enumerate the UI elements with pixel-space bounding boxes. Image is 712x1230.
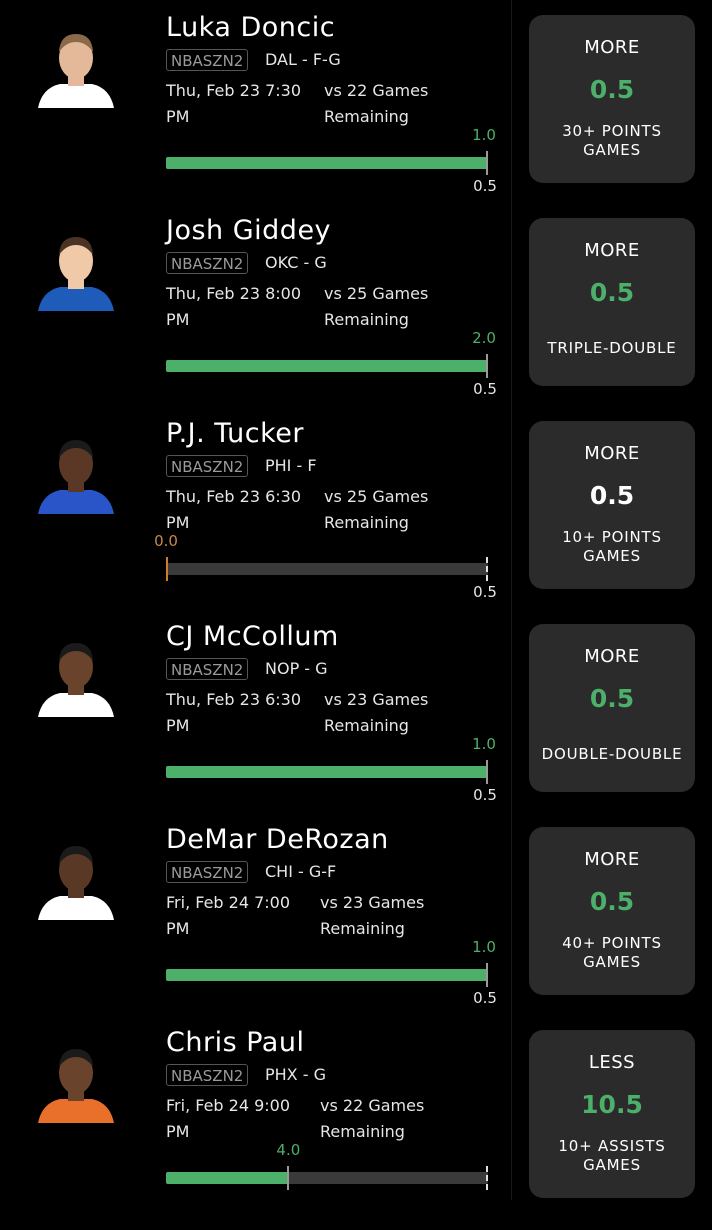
games-remaining: vs 22 Games Remaining (324, 81, 429, 126)
progress-track (166, 557, 488, 581)
pick-direction: LESS (588, 1052, 636, 1073)
progress-fill (166, 360, 488, 372)
game-time: Thu, Feb 23 8:00 PM (166, 284, 302, 329)
stat-type: 30+ POINTS GAMES (562, 122, 662, 159)
progress-value: 4.0 (276, 1141, 301, 1159)
player-row[interactable]: CJ McCollum NBASZN2 NOP - G Thu, Feb 23 6:3… (0, 621, 712, 824)
current-marker (166, 557, 168, 581)
progress-value: 1.0 (472, 938, 496, 956)
player-name: Chris Paul (166, 1027, 305, 1058)
games-remaining: vs 23 Games Remaining (324, 690, 429, 735)
player-avatar (34, 633, 118, 717)
games-remaining: vs 22 Games Remaining (320, 1096, 425, 1141)
game-time: Fri, Feb 24 9:00 PM (166, 1096, 291, 1141)
league-badge: NBASZN2 (166, 658, 249, 680)
stat-type: DOUBLE-DOUBLE (541, 745, 683, 763)
player-avatar (34, 227, 118, 311)
games-remaining: vs 23 Games Remaining (320, 893, 425, 938)
progress-track (166, 1166, 488, 1190)
stat-type: 10+ POINTS GAMES (562, 528, 662, 565)
progress-track (166, 151, 488, 175)
game-time: Fri, Feb 24 7:00 PM (166, 893, 291, 938)
pick-direction: MORE (584, 443, 640, 464)
player-row[interactable]: DeMar DeRozan NBASZN2 CHI - G-F Fri, Feb 24… (0, 824, 712, 1027)
team-position: NOP - G (265, 659, 328, 678)
player-name: Luka Doncic (166, 12, 336, 43)
player-avatar (34, 24, 118, 108)
player-avatar (34, 1039, 118, 1123)
line-value-label: 0.5 (473, 583, 497, 601)
projection-card[interactable]: MORE 0.5 10+ POINTS GAMES (529, 421, 695, 589)
line-marker (486, 354, 488, 378)
stat-type: 40+ POINTS GAMES (562, 934, 662, 971)
pick-direction: MORE (584, 849, 640, 870)
stat-type: 10+ ASSISTS GAMES (558, 1137, 666, 1174)
player-name: CJ McCollum (166, 621, 339, 652)
projection-line: 0.5 (589, 684, 635, 713)
progress-value: 1.0 (472, 126, 496, 144)
league-badge: NBASZN2 (166, 252, 249, 274)
progress-fill (166, 1172, 289, 1184)
progress-fill (166, 969, 488, 981)
league-badge: NBASZN2 (166, 455, 249, 477)
line-marker (486, 963, 488, 987)
line-marker (486, 1166, 488, 1190)
stat-type: TRIPLE-DOUBLE (547, 339, 677, 357)
line-value-label: 0.5 (473, 177, 497, 195)
projection-line: 0.5 (589, 278, 635, 307)
progress-fill (166, 766, 488, 778)
games-remaining: vs 25 Games Remaining (324, 284, 429, 329)
line-value-label: 0.5 (473, 786, 497, 804)
player-name: P.J. Tucker (166, 418, 305, 449)
projection-card[interactable]: LESS 10.5 10+ ASSISTS GAMES (529, 1030, 695, 1198)
pick-direction: MORE (584, 37, 640, 58)
pick-direction: MORE (584, 646, 640, 667)
progress-track (166, 963, 488, 987)
player-row[interactable]: Josh Giddey NBASZN2 OKC - G Thu, Feb 23 8:0… (0, 215, 712, 418)
line-value-label: 0.5 (473, 380, 497, 398)
projection-card[interactable]: MORE 0.5 30+ POINTS GAMES (529, 15, 695, 183)
line-marker (486, 151, 488, 175)
games-remaining: vs 25 Games Remaining (324, 487, 429, 532)
projection-line: 0.5 (589, 481, 635, 510)
projection-line: 10.5 (581, 1090, 643, 1119)
progress-value: 0.0 (154, 532, 178, 550)
current-marker (287, 1166, 290, 1190)
player-row[interactable]: P.J. Tucker NBASZN2 PHI - F Thu, Feb 23 6:3… (0, 418, 712, 621)
team-position: CHI - G-F (265, 862, 337, 881)
projection-card[interactable]: MORE 0.5 40+ POINTS GAMES (529, 827, 695, 995)
game-time: Thu, Feb 23 6:30 PM (166, 487, 302, 532)
league-badge: NBASZN2 (166, 49, 249, 71)
player-row[interactable]: Luka Doncic NBASZN2 DAL - F-G Thu, Feb 23 7… (0, 12, 712, 215)
league-badge: NBASZN2 (166, 861, 249, 883)
projection-card[interactable]: MORE 0.5 TRIPLE-DOUBLE (529, 218, 695, 386)
player-avatar (34, 430, 118, 514)
team-position: PHI - F (265, 456, 317, 475)
team-position: DAL - F-G (265, 50, 341, 69)
progress-track (166, 354, 488, 378)
projection-card[interactable]: MORE 0.5 DOUBLE-DOUBLE (529, 624, 695, 792)
pick-direction: MORE (584, 240, 640, 261)
game-time: Thu, Feb 23 7:30 PM (166, 81, 302, 126)
progress-value: 2.0 (472, 329, 496, 347)
progress-value: 1.0 (472, 735, 496, 753)
player-name: Josh Giddey (166, 215, 332, 246)
line-marker (486, 557, 488, 581)
team-position: OKC - G (265, 253, 327, 272)
progress-track (166, 760, 488, 784)
league-badge: NBASZN2 (166, 1064, 249, 1086)
team-position: PHX - G (265, 1065, 326, 1084)
progress-fill (166, 157, 488, 169)
line-value-label: 0.5 (473, 989, 497, 1007)
line-marker (486, 760, 488, 784)
game-time: Thu, Feb 23 6:30 PM (166, 690, 302, 735)
player-avatar (34, 836, 118, 920)
projection-line: 0.5 (589, 887, 635, 916)
player-name: DeMar DeRozan (166, 824, 389, 855)
projection-line: 0.5 (589, 75, 635, 104)
